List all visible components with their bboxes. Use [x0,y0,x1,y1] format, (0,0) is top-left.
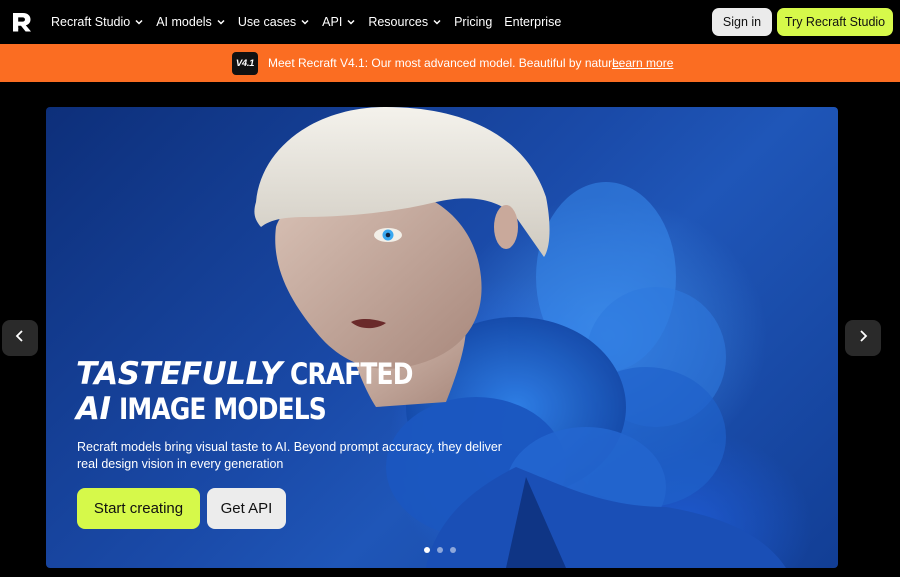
start-creating-button[interactable]: Start creating [77,488,200,529]
menu-item-resources[interactable]: Resources [368,15,442,29]
carousel-dot[interactable] [437,547,443,553]
carousel-dot[interactable] [424,547,430,553]
chevron-down-icon [216,17,226,27]
headline-word-regular: IMAGE MODELS [118,392,327,426]
carousel-next-button[interactable] [845,320,881,356]
chevron-down-icon [300,17,310,27]
menu-item-label: Recraft Studio [51,15,131,29]
chevron-left-icon [13,329,27,348]
hero-subtext: Recraft models bring visual taste to AI.… [77,440,502,471]
announcement-text: Meet Recraft V4.1: Our most advanced mod… [268,56,623,70]
chevron-down-icon [432,17,442,27]
carousel-dot[interactable] [450,547,456,553]
get-api-button[interactable]: Get API [207,488,286,529]
carousel-prev-button[interactable] [2,320,38,356]
chevron-down-icon [134,17,144,27]
version-badge: V4.1 [232,52,258,75]
top-navigation: Recraft Studio AI models Use cases API R… [0,0,900,44]
menu-item-label: Pricing [454,15,493,29]
headline-word-italic: AI [76,391,111,427]
headline-word-italic: TASTEFULLY [76,356,282,392]
menu-item-recraft-studio[interactable]: Recraft Studio [51,15,144,29]
sign-in-button[interactable]: Sign in [712,8,772,36]
try-recraft-studio-button[interactable]: Try Recraft Studio [777,8,893,36]
menu-item-label: Use cases [237,15,297,29]
menu-item-label: Resources [368,15,429,29]
menu-item-label: AI models [156,15,212,29]
headline-line-1: TASTEFULLY CRAFTED [76,359,432,390]
announcement-bar: V4.1 Meet Recraft V4.1: Our most advance… [0,44,900,82]
menu-item-enterprise[interactable]: Enterprise [504,15,561,29]
hero-carousel: TASTEFULLY CRAFTED AI IMAGE MODELS Recra… [46,107,838,568]
menu-item-label: API [322,15,343,29]
main-menu: Recraft Studio AI models Use cases API R… [51,0,573,44]
hero-headline: TASTEFULLY CRAFTED AI IMAGE MODELS [76,359,432,425]
chevron-down-icon [346,17,356,27]
headline-line-2: AI IMAGE MODELS [76,394,432,425]
menu-item-label: Enterprise [504,15,562,29]
carousel-dots [424,547,463,553]
menu-item-api[interactable]: API [322,15,356,29]
recraft-logo-icon[interactable] [11,11,33,33]
learn-more-link[interactable]: Learn more [612,56,673,70]
menu-item-pricing[interactable]: Pricing [454,15,492,29]
menu-item-ai-models[interactable]: AI models [156,15,226,29]
chevron-right-icon [856,329,870,348]
menu-item-use-cases[interactable]: Use cases [238,15,310,29]
headline-word-regular: CRAFTED [289,357,413,391]
